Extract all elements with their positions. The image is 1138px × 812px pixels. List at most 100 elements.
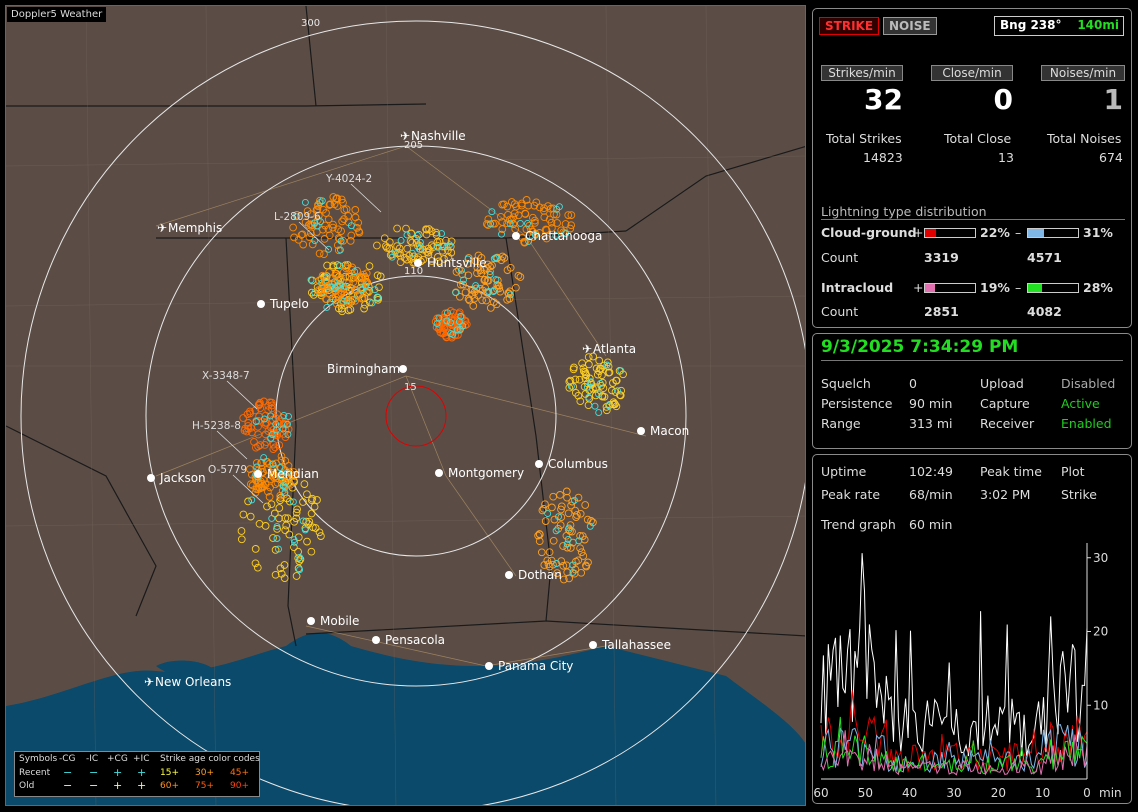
intracloud-label: Intracloud (821, 280, 894, 295)
legend-recent-ic-pos-icon: + (137, 766, 147, 779)
cloud-ground-count-label: Count (821, 250, 859, 265)
strike-marker (365, 262, 374, 270)
persistence-label: Persistence (821, 396, 893, 411)
intracloud-neg-bar (1027, 283, 1079, 293)
trend-y-tick-label: 10 (1093, 698, 1108, 712)
city-label-atlanta: Atlanta (593, 342, 636, 356)
strike-marker (351, 206, 360, 214)
trend-graph-value: 60 min (909, 517, 953, 532)
storm-label: X-3348-7 (202, 370, 250, 382)
symbol-legend: Symbols -CG -IC +CG +IC Strike age color… (14, 751, 260, 797)
legend-col-ic-pos: +IC (133, 754, 150, 764)
strike-marker (261, 522, 270, 530)
strike-marker (516, 219, 524, 227)
legend-recent-cg-pos-icon: + (113, 766, 123, 779)
strike-marker (239, 510, 248, 519)
squelch-value: 0 (909, 376, 917, 391)
trend-x-ticks: 60 50 40 30 20 10 0 min (813, 786, 1121, 800)
strike-marker (571, 506, 580, 515)
plot-value[interactable]: Strike (1061, 487, 1097, 502)
strike-marker (521, 210, 530, 218)
trend-y-tick-label: 30 (1093, 551, 1108, 565)
strikes-per-min-header[interactable]: Strikes/min (821, 65, 903, 81)
strike-marker (300, 480, 309, 488)
peak-time-label: Peak time (980, 464, 1042, 479)
trend-x-unit: min (1099, 786, 1122, 800)
strike-marker (251, 545, 260, 553)
persistence-value: 90 min (909, 396, 953, 411)
distribution-title: Lightning type distribution (821, 204, 1125, 220)
intracloud-neg-pct: 28% (1083, 280, 1113, 295)
strike-marker (562, 487, 571, 496)
strike-marker (537, 548, 546, 557)
legend-col-ic-neg: -IC (86, 754, 99, 764)
strike-marker (548, 503, 556, 512)
intracloud-minus-sign: – (1015, 280, 1022, 295)
trend-x-tick-label: 30 (946, 786, 961, 800)
strike-marker (482, 296, 491, 305)
city-label-new-orleans: New Orleans (155, 675, 231, 689)
strike-marker (408, 238, 416, 247)
city-dot-icon (372, 636, 380, 644)
city-dot-icon (257, 300, 265, 308)
city-label-montgomery: Montgomery (448, 466, 524, 480)
storm-label: L-2809-6 (274, 211, 321, 223)
storm-label: H-5238-8 (192, 420, 241, 432)
intracloud-neg-fill (1028, 284, 1042, 292)
close-per-min-header[interactable]: Close/min (931, 65, 1013, 81)
strike-marker (516, 273, 525, 281)
cloud-ground-minus-sign: – (1015, 225, 1022, 240)
strike-marker (584, 401, 593, 410)
strike-stats-panel: STRIKE NOISE Bng 238° 140mi Strikes/min … (812, 8, 1132, 328)
bearing-distance: 140mi (1077, 18, 1119, 32)
lightning-map[interactable]: Doppler5 Weather 300 205 110 15 ✈ Nashvi… (5, 5, 806, 806)
strike-indicator-button[interactable]: STRIKE (819, 17, 880, 35)
city-dot-icon (414, 259, 422, 267)
strike-marker (244, 497, 252, 506)
noises-per-min-value: 1 (1103, 83, 1123, 116)
city-label-nashville: Nashville (411, 129, 466, 143)
strike-marker (563, 493, 571, 502)
city-label-memphis: Memphis (168, 221, 222, 235)
airport-icon: ✈ (582, 342, 592, 356)
legend-old-cg-neg-icon: − (63, 779, 73, 792)
trend-series-line (820, 553, 1088, 757)
strike-marker (595, 356, 604, 365)
strike-marker (303, 490, 311, 499)
cloud-ground-plus-sign: + (913, 225, 924, 240)
trend-x-tick-label: 40 (902, 786, 917, 800)
intracloud-neg-count: 4082 (1027, 304, 1062, 319)
strike-marker (403, 244, 412, 253)
trend-lines (820, 553, 1088, 776)
range-label-15: 15 (404, 382, 417, 393)
plot-label: Plot (1061, 464, 1085, 479)
strike-marker (338, 217, 347, 226)
strike-marker (351, 213, 360, 222)
uptime-label: Uptime (821, 464, 867, 479)
status-panel: 9/3/2025 7:34:29 PM Squelch 0 Upload Dis… (812, 333, 1132, 449)
datetime-display: 9/3/2025 7:34:29 PM (821, 337, 1123, 361)
receiver-value: Enabled (1061, 416, 1112, 431)
strike-marker (301, 198, 309, 206)
peak-time-value: 3:02 PM (980, 487, 1031, 502)
city-dot-icon (147, 474, 155, 482)
strike-marker (281, 526, 290, 535)
storm-leader-line (216, 430, 248, 460)
city-label-panama-city: Panama City (498, 659, 573, 673)
upload-value: Disabled (1061, 376, 1116, 391)
trend-panel: Uptime 102:49 Peak time Plot Peak rate 6… (812, 454, 1132, 804)
strike-marker (552, 527, 560, 535)
noise-indicator-button[interactable]: NOISE (883, 17, 937, 35)
strike-marker (524, 219, 531, 227)
capture-value: Active (1061, 396, 1100, 411)
noises-per-min-header[interactable]: Noises/min (1041, 65, 1125, 81)
map-canvas[interactable]: 30020511015 ✈ Nashville✈ MemphisChattanoog… (6, 6, 806, 806)
legend-recent-age-1: 15+ (160, 768, 179, 778)
cloud-ground-neg-count: 4571 (1027, 250, 1062, 265)
legend-age-title: Strike age color codes (160, 754, 260, 764)
legend-old-label: Old (19, 781, 35, 791)
strike-marker (307, 509, 316, 518)
city-dot-icon (485, 662, 493, 670)
airport-icon: ✈ (144, 675, 154, 689)
trend-x-tick-label: 60 (813, 786, 828, 800)
